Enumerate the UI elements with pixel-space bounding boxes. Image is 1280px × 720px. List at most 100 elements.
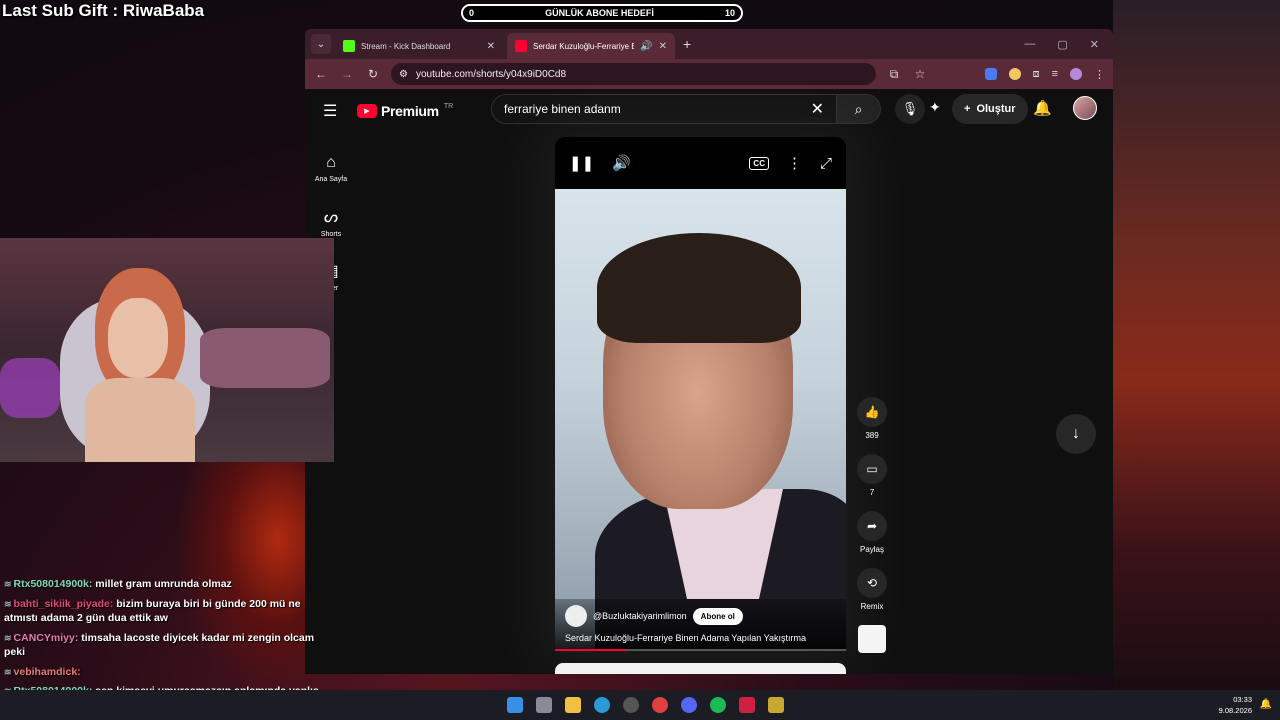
sidebar-item-home[interactable]: ⌂ Ana Sayfa bbox=[305, 141, 357, 195]
sound-thumbnail[interactable] bbox=[858, 625, 886, 653]
youtube-icon bbox=[515, 40, 527, 52]
clear-search-icon[interactable]: ✕ bbox=[811, 99, 824, 119]
system-clock[interactable]: 03:33 9.08.2026 bbox=[1219, 694, 1252, 716]
site-info-icon[interactable]: ⚙ bbox=[399, 69, 408, 80]
clock-time: 03:33 bbox=[1233, 695, 1252, 704]
next-short-preview[interactable] bbox=[555, 663, 846, 674]
file-explorer-icon[interactable] bbox=[564, 697, 581, 713]
chat-username[interactable]: Rtx508014900k: bbox=[14, 578, 93, 590]
video-progress-bar[interactable] bbox=[555, 649, 846, 651]
goal-label: GÜNLÜK ABONE HEDEFİ bbox=[545, 8, 654, 18]
search-query: ferrariye binen adanm bbox=[504, 102, 621, 116]
tab-search-dropdown[interactable]: ⌄ bbox=[311, 34, 331, 54]
remix-action: ⟲ Remix bbox=[856, 568, 888, 611]
media-control-icon[interactable]: ≡ bbox=[1052, 68, 1058, 80]
app-icon-2[interactable] bbox=[767, 697, 784, 713]
menu-icon[interactable]: ⋮ bbox=[1094, 68, 1105, 81]
share-label: Paylaş bbox=[859, 545, 884, 554]
chat-badge-icon: ≋ bbox=[4, 666, 12, 677]
ai-spark-icon[interactable]: ✦ bbox=[929, 99, 941, 116]
player-controls: ❚❚ 🔊 CC ⋮ ⤢ bbox=[555, 137, 846, 189]
taskbar-icons bbox=[506, 697, 784, 713]
hamburger-menu-icon[interactable]: ☰ bbox=[323, 101, 343, 121]
youtube-logo[interactable]: ▶ Premium TR bbox=[357, 103, 453, 119]
logo-text: Premium bbox=[381, 103, 439, 119]
like-icon[interactable]: 👍 bbox=[857, 397, 887, 427]
chat-username[interactable]: CANCYmiyy: bbox=[14, 632, 79, 644]
video-frame[interactable]: @Buzluktakiyarimlimon Abone ol Serdar Ku… bbox=[555, 189, 846, 651]
video-subject-hair bbox=[597, 233, 801, 343]
comment-icon[interactable]: ▭ bbox=[857, 454, 887, 484]
home-icon: ⌂ bbox=[326, 153, 336, 171]
account-avatar[interactable] bbox=[1073, 96, 1097, 120]
maximize-icon[interactable]: ▢ bbox=[1057, 38, 1067, 51]
like-count: 389 bbox=[865, 431, 879, 440]
fullscreen-icon[interactable]: ⤢ bbox=[820, 155, 832, 172]
shorts-player[interactable]: ❚❚ 🔊 CC ⋮ ⤢ @Buzluktakiyarimlimon Abone … bbox=[555, 137, 846, 651]
translate-extension-icon[interactable] bbox=[984, 68, 997, 80]
extension-icon[interactable] bbox=[1008, 68, 1021, 80]
video-title[interactable]: Serdar Kuzuloğlu-Ferrariye Binen Adama Y… bbox=[565, 633, 836, 643]
obs-icon[interactable] bbox=[622, 697, 639, 713]
chat-username[interactable]: vebihamdick: bbox=[14, 666, 81, 678]
create-button[interactable]: + Oluştur bbox=[952, 94, 1028, 124]
chat-message: ≋ vebihamdick: bbox=[4, 665, 324, 680]
back-button[interactable]: ← bbox=[313, 67, 329, 81]
reload-button[interactable]: ↻ bbox=[365, 67, 381, 81]
browser-window: ⌄ Stream - Kick Dashboard ✕ Serdar Kuzul… bbox=[305, 29, 1113, 674]
remix-label: Remix bbox=[860, 602, 884, 611]
youtube-header: ☰ ▶ Premium TR ferrariye binen adanm ✕ ⌕… bbox=[305, 89, 1113, 133]
next-video-button[interactable]: ↓ bbox=[1056, 414, 1096, 454]
close-window-icon[interactable]: ✕ bbox=[1090, 38, 1099, 51]
new-tab-button[interactable]: + bbox=[683, 36, 691, 52]
minimize-icon[interactable]: — bbox=[1024, 38, 1035, 51]
search-input[interactable]: ferrariye binen adanm ✕ bbox=[491, 94, 837, 124]
audio-icon[interactable]: 🔊 bbox=[640, 41, 652, 52]
forward-button[interactable]: → bbox=[339, 67, 355, 81]
channel-avatar[interactable] bbox=[565, 605, 587, 627]
volume-icon[interactable]: 🔊 bbox=[612, 154, 631, 172]
app-icon[interactable] bbox=[738, 697, 755, 713]
share-icon[interactable]: ➦ bbox=[857, 511, 887, 541]
chrome-icon[interactable] bbox=[651, 697, 668, 713]
task-view-icon[interactable] bbox=[535, 697, 552, 713]
captions-icon[interactable]: CC bbox=[749, 156, 769, 170]
last-sub-gift-text: Last Sub Gift : RiwaBaba bbox=[2, 1, 205, 20]
sidebar-item-label: Ana Sayfa bbox=[314, 175, 348, 183]
share-action: ➦ Paylaş bbox=[856, 511, 888, 554]
tab-kick-dashboard[interactable]: Stream - Kick Dashboard ✕ bbox=[335, 33, 503, 59]
puzzle-icon[interactable]: ⧈ bbox=[1033, 68, 1040, 81]
tab-strip: ⌄ Stream - Kick Dashboard ✕ Serdar Kuzul… bbox=[305, 29, 1113, 59]
chat-badge-icon: ≋ bbox=[4, 598, 12, 609]
more-options-icon[interactable]: ⋮ bbox=[787, 154, 802, 172]
edge-icon[interactable] bbox=[593, 697, 610, 713]
spotify-icon[interactable] bbox=[709, 697, 726, 713]
profile-avatar[interactable] bbox=[1070, 68, 1082, 80]
plush-shelf bbox=[200, 328, 330, 388]
pause-icon[interactable]: ❚❚ bbox=[569, 154, 594, 172]
notification-icon[interactable]: 🔔 bbox=[1260, 699, 1272, 710]
notifications-bell-icon[interactable]: 🔔 bbox=[1033, 99, 1052, 117]
subscribe-button[interactable]: Abone ol bbox=[692, 607, 743, 625]
remix-icon[interactable]: ⟲ bbox=[857, 568, 887, 598]
channel-name[interactable]: @Buzluktakiyarimlimon bbox=[593, 611, 687, 621]
create-label: Oluştur bbox=[976, 103, 1016, 115]
search-button[interactable]: ⌕ bbox=[837, 94, 881, 124]
channel-row: @Buzluktakiyarimlimon Abone ol bbox=[565, 605, 836, 627]
tab-youtube-video[interactable]: Serdar Kuzuloğlu-Ferrariye Bin 🔊 ✕ bbox=[507, 33, 675, 59]
shorts-icon: ᔕ bbox=[323, 208, 339, 226]
address-bar[interactable]: ⚙ youtube.com/shorts/y04x9iD0Cd8 bbox=[391, 63, 876, 85]
start-icon[interactable] bbox=[506, 697, 523, 713]
url-text: youtube.com/shorts/y04x9iD0Cd8 bbox=[415, 68, 567, 80]
cast-icon[interactable]: ⧉ bbox=[886, 67, 902, 82]
chat-username[interactable]: bahti_sikiik_piyade: bbox=[14, 598, 114, 610]
chat-badge-icon: ≋ bbox=[4, 632, 12, 643]
voice-search-button[interactable]: 🎙 bbox=[895, 94, 925, 124]
plus-icon: + bbox=[964, 103, 971, 115]
bookmark-star-icon[interactable]: ☆ bbox=[912, 67, 928, 81]
close-icon[interactable]: ✕ bbox=[487, 41, 495, 52]
discord-icon[interactable] bbox=[680, 697, 697, 713]
close-icon[interactable]: ✕ bbox=[659, 41, 667, 52]
tab-title: Serdar Kuzuloğlu-Ferrariye Bin bbox=[533, 41, 635, 51]
mic-icon: 🎙 bbox=[901, 101, 919, 116]
